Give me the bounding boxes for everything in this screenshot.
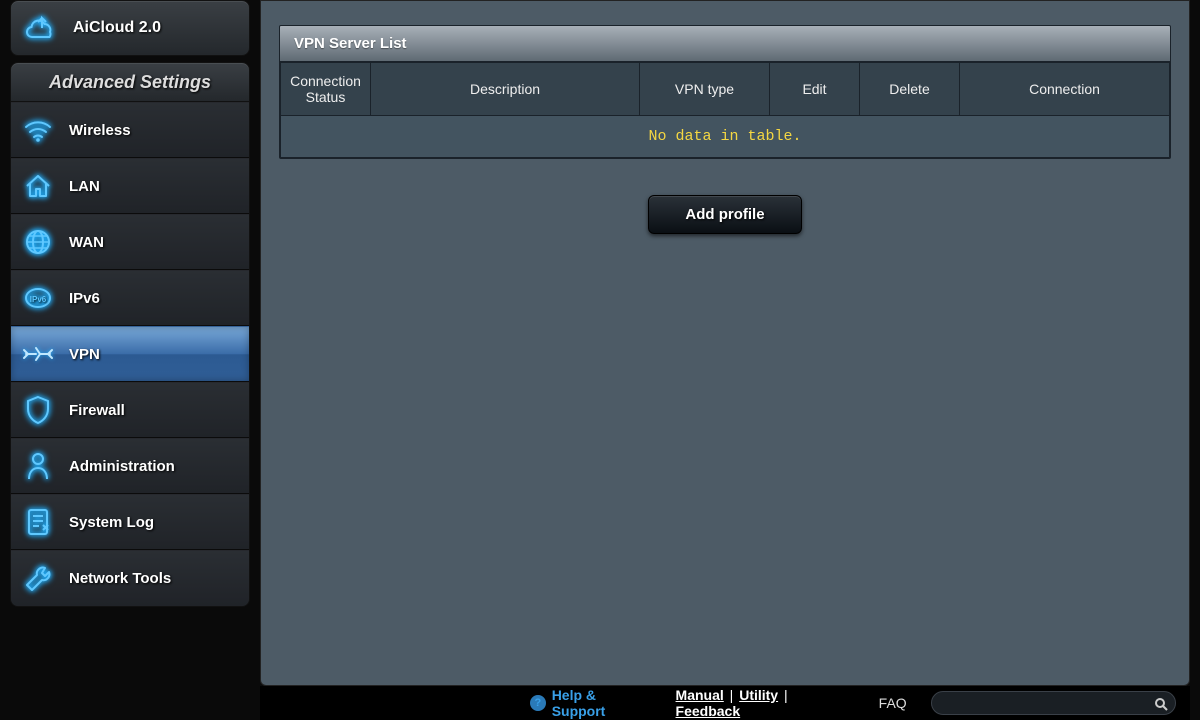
vpn-server-table: Connection Status Description VPN type E… — [280, 62, 1170, 158]
faq-search-input[interactable] — [931, 691, 1176, 715]
ipv6-icon: IPv6 — [21, 281, 55, 315]
sidebar-item-label: Wireless — [69, 122, 131, 139]
sidebar-item-label: Administration — [69, 458, 175, 475]
table-title: VPN Server List — [280, 26, 1170, 62]
sidebar-item-wan[interactable]: WAN — [11, 214, 249, 270]
sidebar-section-header-label: Advanced Settings — [49, 72, 211, 93]
sidebar-item-aicloud[interactable]: AiCloud 2.0 — [10, 0, 250, 56]
sidebar-item-vpn[interactable]: VPN — [11, 326, 249, 382]
sidebar-item-label: Firewall — [69, 402, 125, 419]
sidebar-item-administration[interactable]: Administration — [11, 438, 249, 494]
sidebar-item-lan[interactable]: LAN — [11, 158, 249, 214]
sidebar-item-systemlog[interactable]: System Log — [11, 494, 249, 550]
col-connection-status: Connection Status — [281, 63, 371, 116]
col-connection: Connection — [960, 63, 1170, 116]
sidebar-item-label: System Log — [69, 514, 154, 531]
person-icon — [21, 449, 55, 483]
col-delete: Delete — [860, 63, 960, 116]
cloud-icon — [25, 11, 59, 45]
col-vpn-type: VPN type — [640, 63, 770, 116]
faq-label: FAQ — [879, 695, 907, 711]
sidebar-item-label: AiCloud 2.0 — [73, 19, 161, 37]
sidebar-item-ipv6[interactable]: IPv6 IPv6 — [11, 270, 249, 326]
sidebar-list: Wireless LAN WAN IPv6 IPv6 — [10, 102, 250, 607]
main-area: VPN Server List Connection Status Descri… — [260, 0, 1200, 720]
manual-link[interactable]: Manual — [676, 687, 724, 703]
col-edit: Edit — [770, 63, 860, 116]
col-description: Description — [371, 63, 640, 116]
log-icon — [21, 505, 55, 539]
vpn-server-list-box: VPN Server List Connection Status Descri… — [279, 25, 1171, 159]
table-title-text: VPN Server List — [294, 35, 407, 52]
footer-links: Manual | Utility | Feedback — [676, 687, 855, 719]
sidebar: AiCloud 2.0 Advanced Settings Wireless L… — [0, 0, 260, 720]
globe-icon — [21, 225, 55, 259]
help-question-icon: ? — [530, 695, 546, 711]
svg-text:IPv6: IPv6 — [30, 295, 47, 304]
app-layout: AiCloud 2.0 Advanced Settings Wireless L… — [0, 0, 1200, 720]
help-support-link[interactable]: ? Help & Support — [530, 687, 652, 719]
sidebar-item-label: LAN — [69, 178, 100, 195]
shield-icon — [21, 393, 55, 427]
feedback-link[interactable]: Feedback — [676, 703, 741, 719]
home-icon — [21, 169, 55, 203]
sidebar-item-label: WAN — [69, 234, 104, 251]
main-panel: VPN Server List Connection Status Descri… — [260, 0, 1190, 686]
sidebar-item-label: Network Tools — [69, 570, 171, 587]
help-support-label: Help & Support — [552, 687, 652, 719]
vpn-icon — [21, 337, 55, 371]
separator: | — [784, 687, 788, 703]
add-profile-row: Add profile — [279, 195, 1171, 234]
add-profile-button[interactable]: Add profile — [648, 195, 801, 234]
separator: | — [730, 687, 734, 703]
utility-link[interactable]: Utility — [739, 687, 778, 703]
sidebar-section-header: Advanced Settings — [10, 62, 250, 102]
search-icon[interactable] — [1151, 694, 1171, 714]
sidebar-item-networktools[interactable]: Network Tools — [11, 550, 249, 606]
wifi-icon — [21, 113, 55, 147]
wrench-icon — [21, 562, 55, 596]
sidebar-item-label: VPN — [69, 346, 100, 363]
sidebar-item-firewall[interactable]: Firewall — [11, 382, 249, 438]
sidebar-item-wireless[interactable]: Wireless — [11, 102, 249, 158]
footer: ? Help & Support Manual | Utility | Feed… — [260, 686, 1190, 720]
table-empty-message: No data in table. — [281, 116, 1170, 158]
sidebar-item-label: IPv6 — [69, 290, 100, 307]
